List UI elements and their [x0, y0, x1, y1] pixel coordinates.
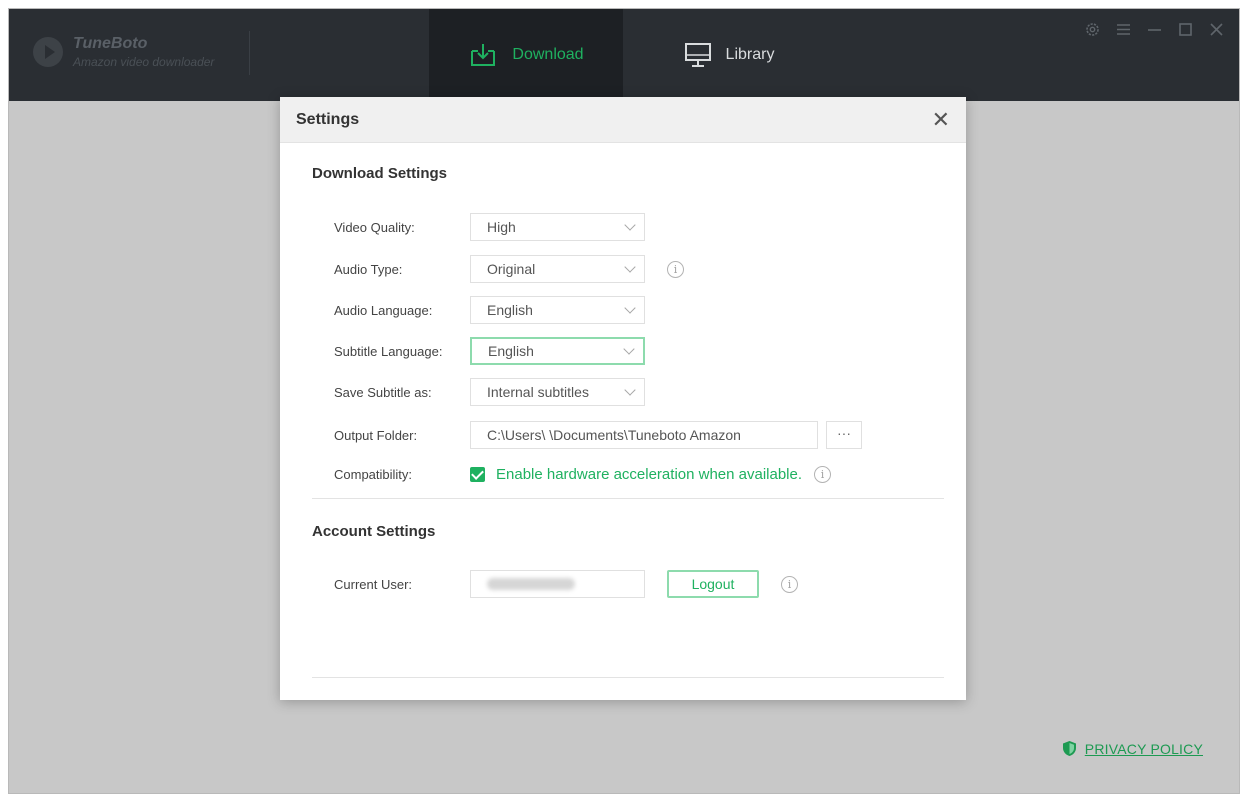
save-subtitle-select[interactable]: Internal subtitles [470, 378, 645, 406]
app-subtitle: Amazon video downloader [73, 55, 215, 69]
redacted-username [487, 578, 575, 590]
tab-library-label: Library [725, 46, 775, 63]
privacy-policy-link[interactable]: PRIVACY POLICY [1062, 740, 1203, 757]
audio-language-label: Audio Language: [334, 302, 433, 318]
audio-type-label: Audio Type: [334, 261, 403, 277]
window-controls [1084, 21, 1225, 38]
audio-type-row: Audio Type: Original i [334, 255, 684, 283]
close-icon[interactable] [1208, 21, 1225, 38]
maximize-icon[interactable] [1177, 21, 1194, 38]
subtitle-language-value: English [488, 343, 534, 359]
chevron-down-icon [624, 302, 636, 314]
current-user-field [470, 570, 645, 598]
hardware-acceleration-label[interactable]: Enable hardware acceleration when availa… [496, 466, 802, 483]
audio-type-value: Original [487, 261, 536, 277]
subtitle-language-select[interactable]: English [470, 337, 645, 365]
chevron-down-icon [624, 384, 636, 396]
dialog-title: Settings [296, 110, 360, 128]
download-settings-title: Download Settings [312, 165, 447, 182]
chevron-down-icon [624, 261, 636, 273]
app-logo: TuneBoto Amazon video downloader [33, 35, 214, 69]
audio-type-info-icon[interactable]: i [667, 260, 684, 278]
video-quality-select[interactable]: High [470, 213, 645, 241]
hardware-acceleration-checkbox[interactable] [470, 466, 485, 482]
download-icon [471, 44, 496, 66]
save-subtitle-label: Save Subtitle as: [334, 384, 432, 400]
output-folder-row: Output Folder: C:\Users\ \Documents\Tune… [334, 421, 862, 449]
output-folder-input[interactable]: C:\Users\ \Documents\Tuneboto Amazon [470, 421, 818, 449]
settings-dialog: Settings ✕ Download Settings Video Quali… [280, 97, 966, 700]
top-bar: TuneBoto Amazon video downloader Downloa… [9, 9, 1239, 101]
chevron-down-icon [624, 219, 636, 231]
current-user-row: Current User: Logout i [334, 570, 798, 598]
compatibility-row: Compatibility: Enable hardware accelerat… [334, 460, 832, 488]
save-subtitle-row: Save Subtitle as: Internal subtitles [334, 378, 645, 406]
video-quality-value: High [487, 219, 516, 235]
logout-button[interactable]: Logout [667, 570, 759, 598]
account-settings-title: Account Settings [312, 523, 436, 540]
section-divider [312, 498, 944, 499]
audio-language-row: Audio Language: English [334, 296, 645, 324]
audio-language-value: English [487, 302, 533, 318]
output-folder-label: Output Folder: [334, 427, 418, 443]
compatibility-label: Compatibility: [334, 466, 413, 482]
video-quality-label: Video Quality: [334, 219, 415, 235]
menu-icon[interactable] [1115, 21, 1132, 38]
shield-icon [1062, 741, 1076, 756]
subtitle-language-row: Subtitle Language: English [334, 337, 645, 365]
bottom-divider [312, 677, 944, 678]
browse-folder-button[interactable]: ··· [826, 421, 862, 449]
tab-download[interactable]: Download [429, 9, 623, 101]
audio-language-select[interactable]: English [470, 296, 645, 324]
gear-icon[interactable] [1084, 21, 1101, 38]
account-info-icon[interactable]: i [781, 575, 798, 593]
compatibility-info-icon[interactable]: i [814, 465, 832, 483]
audio-type-select[interactable]: Original [470, 255, 645, 283]
video-quality-row: Video Quality: High [334, 213, 645, 241]
save-subtitle-value: Internal subtitles [487, 384, 589, 400]
privacy-policy-label: PRIVACY POLICY [1084, 740, 1203, 757]
subtitle-language-label: Subtitle Language: [334, 343, 443, 359]
logo-divider [249, 31, 250, 75]
tab-library[interactable]: Library [659, 9, 799, 101]
minimize-icon[interactable] [1146, 21, 1163, 38]
tab-download-label: Download [512, 46, 584, 63]
current-user-label: Current User: [334, 576, 413, 592]
logo-play-icon [33, 37, 63, 67]
chevron-down-icon [623, 343, 635, 355]
dialog-header: Settings ✕ [280, 97, 966, 143]
dialog-close-icon[interactable]: ✕ [932, 108, 950, 131]
monitor-icon [684, 43, 711, 67]
app-name: TuneBoto [73, 35, 148, 52]
